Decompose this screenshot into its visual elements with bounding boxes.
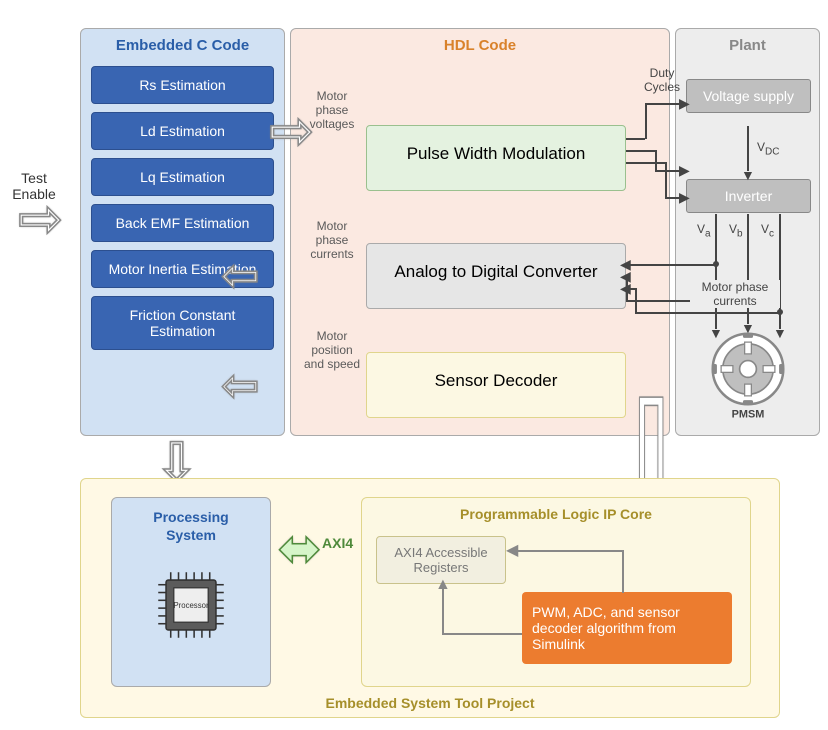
- svg-text:PMSM: PMSM: [732, 409, 765, 420]
- adc-line3h: [626, 288, 636, 290]
- adc-line3: [635, 312, 780, 314]
- pwm-line3-v: [665, 162, 667, 197]
- est-btn-friction: Friction Constant Estimation: [91, 296, 274, 350]
- vb-label: Vb: [729, 222, 743, 239]
- sdec-block: Sensor Decoder: [366, 352, 626, 418]
- pmsm-motor-icon: PMSM: [706, 327, 790, 419]
- sdec-in-label: Motor position and speed: [301, 329, 363, 371]
- ip-arrow-bot-h: [442, 633, 522, 635]
- pwm-line1-v: [645, 103, 647, 139]
- est-btn-rs: Rs Estimation: [91, 66, 274, 104]
- processor-chip-icon: Processor: [152, 566, 230, 644]
- pwm-line2-v: [655, 150, 657, 170]
- bottom-title: Embedded System Tool Project: [81, 695, 779, 711]
- processing-system-panel: Processing System Processor: [111, 497, 271, 687]
- svg-text:Processor: Processor: [173, 601, 209, 610]
- voltage-supply-block: Voltage supply: [686, 79, 811, 113]
- simulink-block: PWM, ADC, and sensor decoder algorithm f…: [522, 592, 732, 664]
- est-btn-backemf: Back EMF Estimation: [91, 204, 274, 242]
- est-btn-ld: Ld Estimation: [91, 112, 274, 150]
- adc-line3v: [635, 288, 637, 313]
- ip-arrow-top-v: [622, 550, 624, 593]
- embedded-c-title: Embedded C Code: [81, 29, 284, 58]
- pwm-line2-h: [626, 150, 655, 152]
- pwm-block: Pulse Width Modulation: [366, 125, 626, 191]
- ipcore-panel: Programmable Logic IP Core AXI4 Accessib…: [361, 497, 751, 687]
- pwm-line3-h: [626, 162, 665, 164]
- mpc-label: Motor phase currents: [690, 280, 780, 308]
- vc-label: Vc: [761, 222, 774, 239]
- axi4-label: AXI4: [322, 535, 353, 551]
- adc-line1: [626, 264, 716, 266]
- bottom-panel: Processing System Processor ⬌ AXI4 Progr…: [80, 478, 780, 718]
- duty-cycles-label: Duty Cycles: [632, 66, 692, 94]
- pwm-line1-h: [626, 138, 645, 140]
- inverter-block: Inverter: [686, 179, 811, 213]
- adc-in-label: Motor phase currents: [301, 219, 363, 261]
- va-label: Va: [697, 222, 711, 239]
- pwm-line1-h2: [645, 103, 683, 105]
- hdl-title: HDL Code: [291, 29, 669, 58]
- ip-arrow-bot-v: [442, 588, 444, 634]
- processing-system-title: Processing System: [112, 498, 270, 548]
- vdc-label: VDC: [757, 140, 779, 157]
- est-btn-lq: Lq Estimation: [91, 158, 274, 196]
- adc-block: Analog to Digital Converter: [366, 243, 626, 309]
- plant-title: Plant: [676, 29, 819, 58]
- vdc-line: [747, 126, 749, 171]
- ipcore-title: Programmable Logic IP Core: [362, 498, 750, 526]
- ip-arrow-top-h: [512, 550, 622, 552]
